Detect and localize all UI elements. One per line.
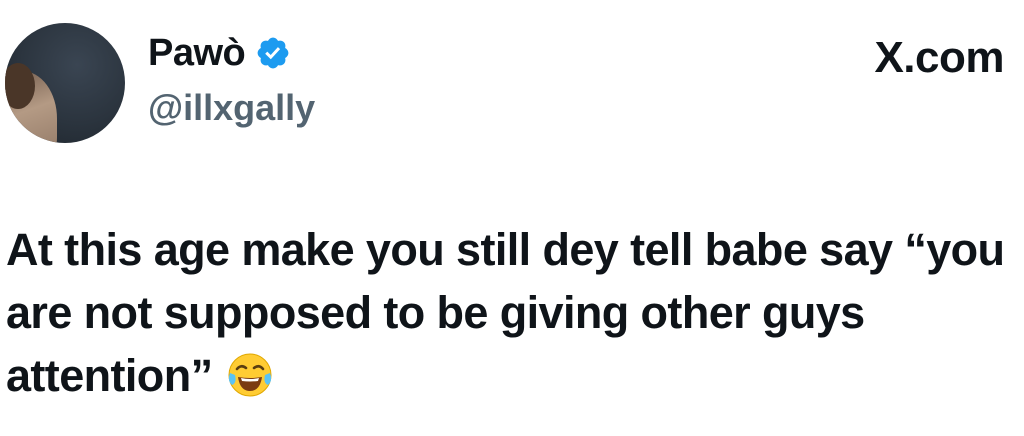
display-name[interactable]: Pawò (148, 34, 246, 72)
verified-badge-icon (257, 37, 289, 69)
user-handle[interactable]: @illxgally (148, 90, 315, 126)
tweet-body: At this age make you still dey tell babe… (6, 224, 1005, 401)
brand-logo: X.com (874, 33, 1004, 82)
face-with-tears-of-joy-icon (228, 353, 272, 397)
tweet-text: At this age make you still dey tell babe… (6, 218, 1006, 407)
name-row: Pawò (148, 34, 291, 72)
avatar[interactable] (5, 23, 125, 143)
